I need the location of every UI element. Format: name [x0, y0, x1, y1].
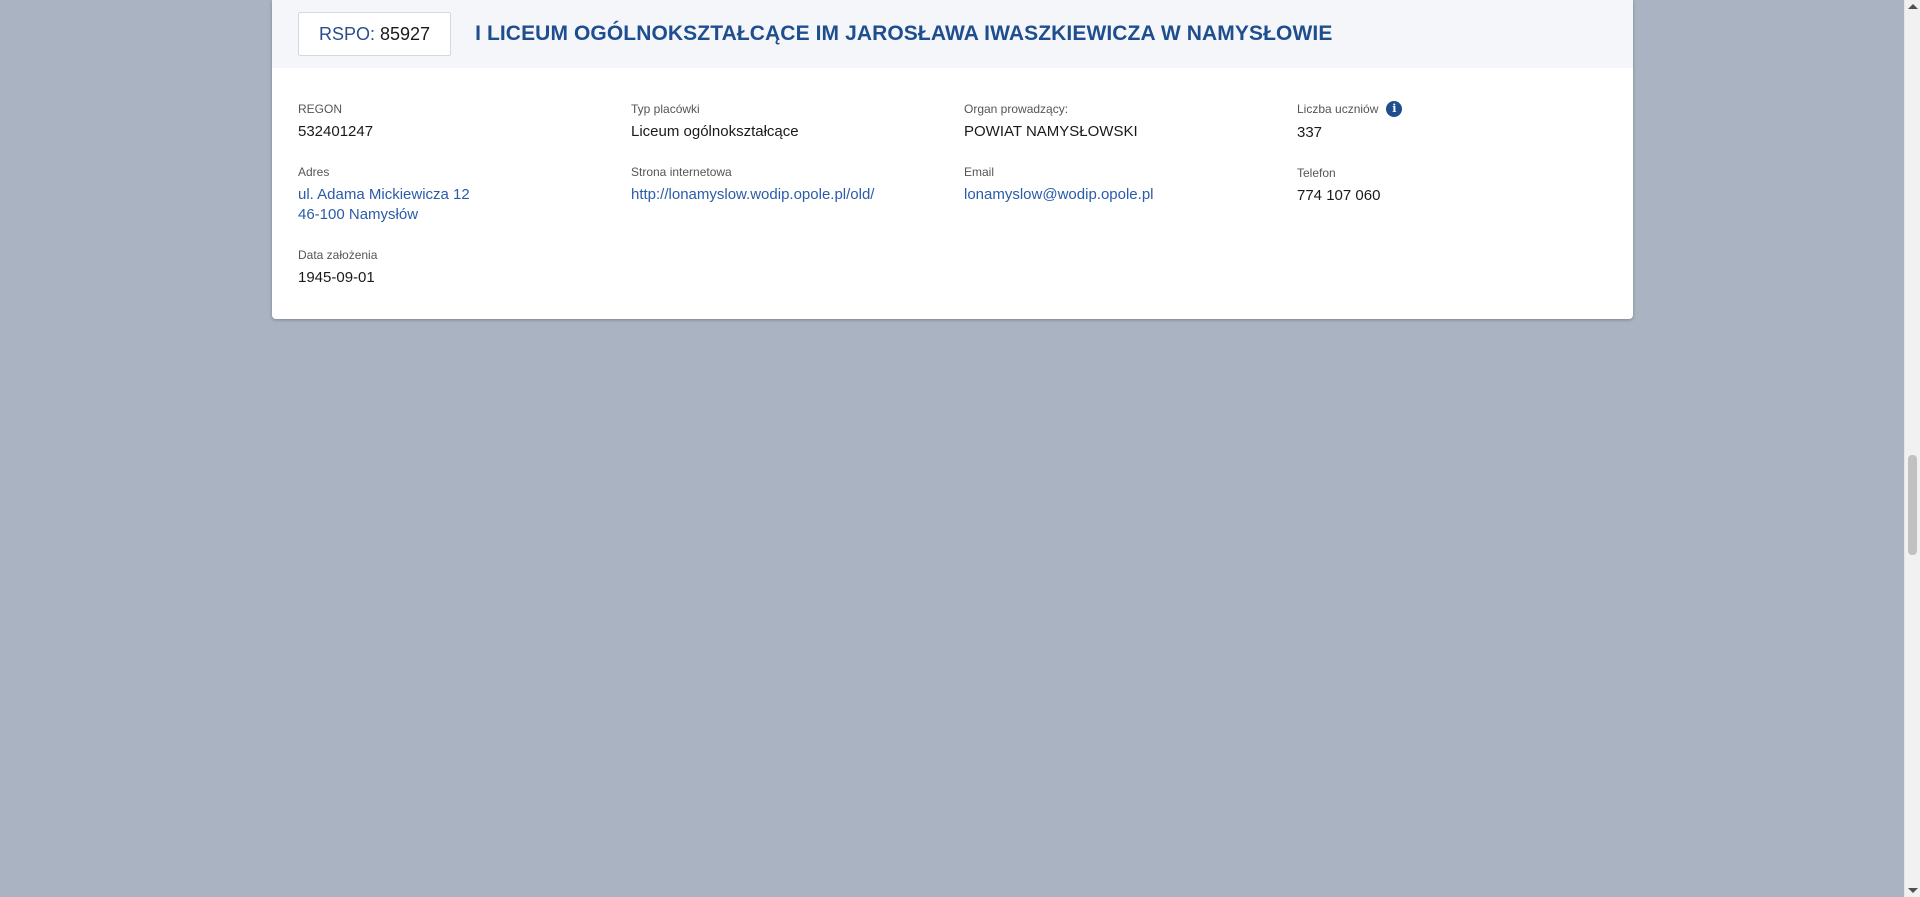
field-adres: Adres ul. Adama Mickiewicza 12 46-100 Na…	[298, 165, 470, 225]
rspo-value: 85927	[380, 23, 431, 44]
typ-placowki-label: Typ placówki	[631, 102, 700, 116]
telefon-label: Telefon	[1297, 166, 1336, 180]
scroll-up-arrow-icon[interactable]	[1908, 4, 1918, 9]
organ-value: POWIAT NAMYSŁOWSKI	[964, 123, 1138, 140]
rspo-label: RSPO:	[319, 23, 376, 44]
field-telefon: Telefon 774 107 060	[1297, 166, 1380, 206]
card-header: RSPO: 85927 I LICEUM OGÓLNOKSZTAŁCĄCE IM…	[272, 0, 1633, 68]
adres-line1: ul. Adama Mickiewicza 12	[298, 186, 470, 203]
telefon-value: 774 107 060	[1297, 187, 1381, 204]
email-label: Email	[964, 165, 995, 179]
field-liczba-uczniow: Liczba uczniów i 337	[1297, 101, 1403, 143]
field-data-zalozenia: Data założenia 1945-09-01	[298, 248, 377, 288]
field-email: Email lonamyslow@wodip.opole.pl	[964, 165, 1154, 205]
strona-label: Strona internetowa	[631, 165, 732, 179]
adres-label: Adres	[298, 165, 330, 179]
data-zalozenia-value: 1945-09-01	[298, 269, 375, 286]
scroll-down-arrow-icon[interactable]	[1908, 888, 1918, 893]
strona-link[interactable]: http://lonamyslow.wodip.opole.pl/old/	[631, 185, 874, 205]
liczba-uczniow-value: 337	[1297, 124, 1323, 141]
vertical-scrollbar[interactable]	[1904, 0, 1920, 897]
adres-line2: 46-100 Namysłów	[298, 206, 419, 223]
regon-value: 532401247	[298, 123, 374, 140]
info-icon[interactable]: i	[1386, 101, 1403, 117]
organ-label: Organ prowadzący:	[964, 102, 1069, 116]
scroll-thumb[interactable]	[1908, 455, 1917, 555]
email-link[interactable]: lonamyslow@wodip.opole.pl	[964, 185, 1154, 205]
field-typ-placowki: Typ placówki Liceum ogólnokształcące	[631, 102, 799, 142]
liczba-uczniow-label: Liczba uczniów	[1297, 102, 1379, 116]
school-name: I LICEUM OGÓLNOKSZTAŁCĄCE IM JAROSŁAWA I…	[475, 22, 1333, 45]
field-regon: REGON 532401247	[298, 102, 373, 142]
adres-link[interactable]: ul. Adama Mickiewicza 12 46-100 Namysłów	[298, 185, 470, 225]
page: RSPO: 85927 I LICEUM OGÓLNOKSZTAŁCĄCE IM…	[0, 0, 1920, 897]
typ-placowki-value: Liceum ogólnokształcące	[631, 123, 799, 140]
rspo-badge: RSPO: 85927	[298, 12, 452, 56]
regon-label: REGON	[298, 102, 343, 116]
field-organ: Organ prowadzący: POWIAT NAMYSŁOWSKI	[964, 102, 1138, 142]
school-card: RSPO: 85927 I LICEUM OGÓLNOKSZTAŁCĄCE IM…	[272, 0, 1633, 319]
liczba-uczniow-label-row: Liczba uczniów i	[1297, 101, 1403, 117]
field-strona: Strona internetowa http://lonamyslow.wod…	[631, 165, 874, 205]
data-zalozenia-label: Data założenia	[298, 248, 378, 262]
